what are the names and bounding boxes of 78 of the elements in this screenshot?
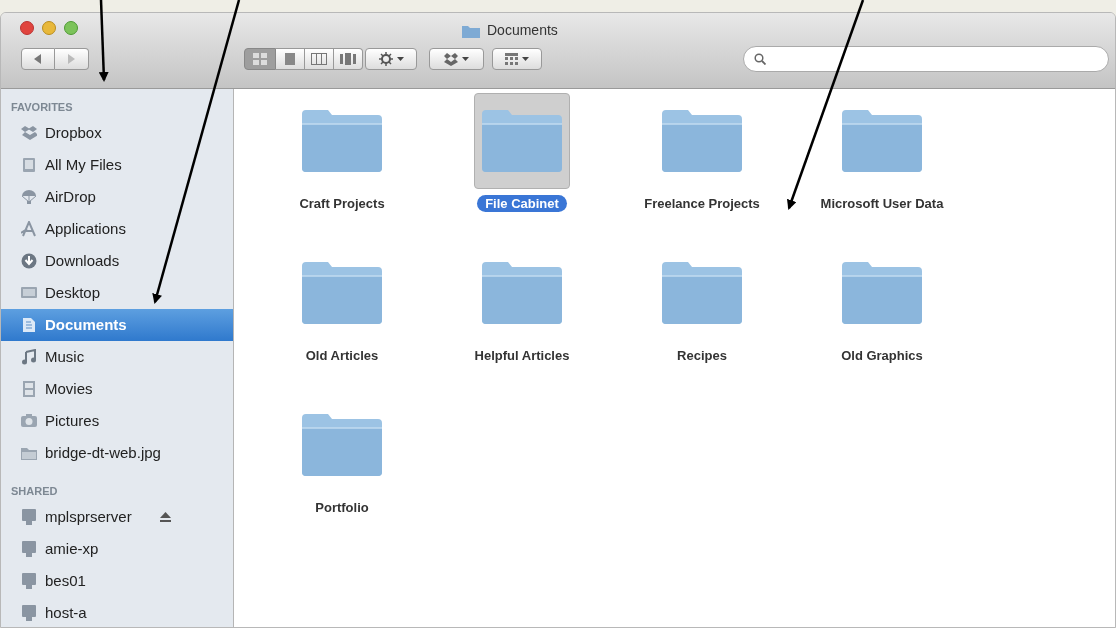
- caret-icon: [462, 57, 469, 61]
- forward-button[interactable]: [55, 48, 89, 70]
- box-icon: [21, 125, 37, 141]
- monitor-icon: [21, 285, 37, 301]
- sidebar-item[interactable]: Documents: [1, 309, 233, 341]
- folder-icon[interactable]: [300, 412, 384, 478]
- folder-icon[interactable]: [840, 108, 924, 174]
- list-view-button[interactable]: [276, 48, 305, 70]
- folder-icon[interactable]: [660, 260, 744, 326]
- computer-icon: [21, 509, 37, 525]
- folder-label[interactable]: Craft Projects: [299, 195, 385, 212]
- download-icon: [21, 253, 37, 269]
- columns-icon: [311, 53, 327, 65]
- gear-icon: [378, 52, 393, 66]
- folder-icon[interactable]: [660, 108, 744, 174]
- sidebar-item[interactable]: Music: [1, 341, 233, 373]
- back-arrow-icon: [34, 54, 42, 64]
- search-icon: [754, 53, 766, 65]
- folder-icon[interactable]: [480, 108, 564, 174]
- folder-label[interactable]: Microsoft User Data: [820, 195, 944, 212]
- section-heading: SHARED: [10, 483, 59, 499]
- film-icon: [21, 381, 37, 397]
- arrange-menu-button[interactable]: [492, 48, 542, 70]
- sidebar-item[interactable]: Movies: [1, 373, 233, 405]
- computer-icon: [21, 573, 37, 589]
- caret-icon: [396, 57, 404, 61]
- folder-label[interactable]: Helpful Articles: [474, 347, 570, 364]
- folder-label[interactable]: Portfolio: [315, 499, 369, 516]
- sidebar-item[interactable]: Desktop: [1, 277, 233, 309]
- music-note-icon: [21, 349, 37, 365]
- zoom-button[interactable]: [64, 21, 78, 35]
- action-menu-button[interactable]: [365, 48, 417, 70]
- computer-icon: [21, 541, 37, 557]
- computer-icon: [21, 605, 37, 621]
- grid-icon: [505, 53, 518, 65]
- folder-icon: [21, 445, 37, 461]
- folder-label[interactable]: Recipes: [677, 347, 727, 364]
- camera-icon: [21, 413, 37, 429]
- eject-icon[interactable]: [159, 512, 171, 522]
- list-icon: [285, 53, 295, 65]
- sidebar-item[interactable]: AirDrop: [1, 181, 233, 213]
- forward-arrow-icon: [67, 54, 76, 64]
- parachute-icon: [21, 189, 37, 205]
- sidebar-item[interactable]: bridge-dt-web.jpg: [1, 437, 233, 469]
- sidebar-item[interactable]: mplsprserver: [1, 501, 233, 533]
- folder-icon[interactable]: [300, 108, 384, 174]
- document-icon: [21, 317, 37, 333]
- folder-label[interactable]: Old Graphics: [841, 347, 923, 364]
- folder-icon[interactable]: [840, 260, 924, 326]
- section-heading: FAVORITES: [10, 99, 74, 115]
- file-stack-icon: [21, 157, 37, 173]
- sidebar-item[interactable]: Pictures: [1, 405, 233, 437]
- sidebar-item[interactable]: Dropbox: [1, 117, 233, 149]
- cover-flow-button[interactable]: [334, 48, 363, 70]
- box-icon: [444, 52, 458, 66]
- window-title: Documents: [487, 21, 558, 40]
- back-button[interactable]: [21, 48, 55, 70]
- folder-label[interactable]: File Cabinet: [477, 195, 567, 212]
- sidebar-item[interactable]: All My Files: [1, 149, 233, 181]
- folder-icon[interactable]: [300, 260, 384, 326]
- icon-view-button[interactable]: [244, 48, 276, 70]
- column-view-button[interactable]: [305, 48, 334, 70]
- close-button[interactable]: [20, 21, 34, 35]
- sidebar-item[interactable]: Downloads: [1, 245, 233, 277]
- caret-icon: [522, 57, 529, 61]
- sidebar-item[interactable]: bes01: [1, 565, 233, 597]
- grid-icon: [253, 53, 267, 65]
- pencil-compass-icon: [21, 221, 37, 237]
- share-menu-button[interactable]: [429, 48, 484, 70]
- folder-label[interactable]: Old Articles: [305, 347, 379, 364]
- folder-label[interactable]: Freelance Projects: [644, 195, 760, 212]
- search-field[interactable]: [743, 46, 1109, 72]
- cover-flow-icon: [340, 53, 356, 65]
- folder-icon[interactable]: [480, 260, 564, 326]
- sidebar-item[interactable]: Applications: [1, 213, 233, 245]
- sidebar-item[interactable]: amie-xp: [1, 533, 233, 565]
- minimize-button[interactable]: [42, 21, 56, 35]
- sidebar-item[interactable]: host-a: [1, 597, 233, 627]
